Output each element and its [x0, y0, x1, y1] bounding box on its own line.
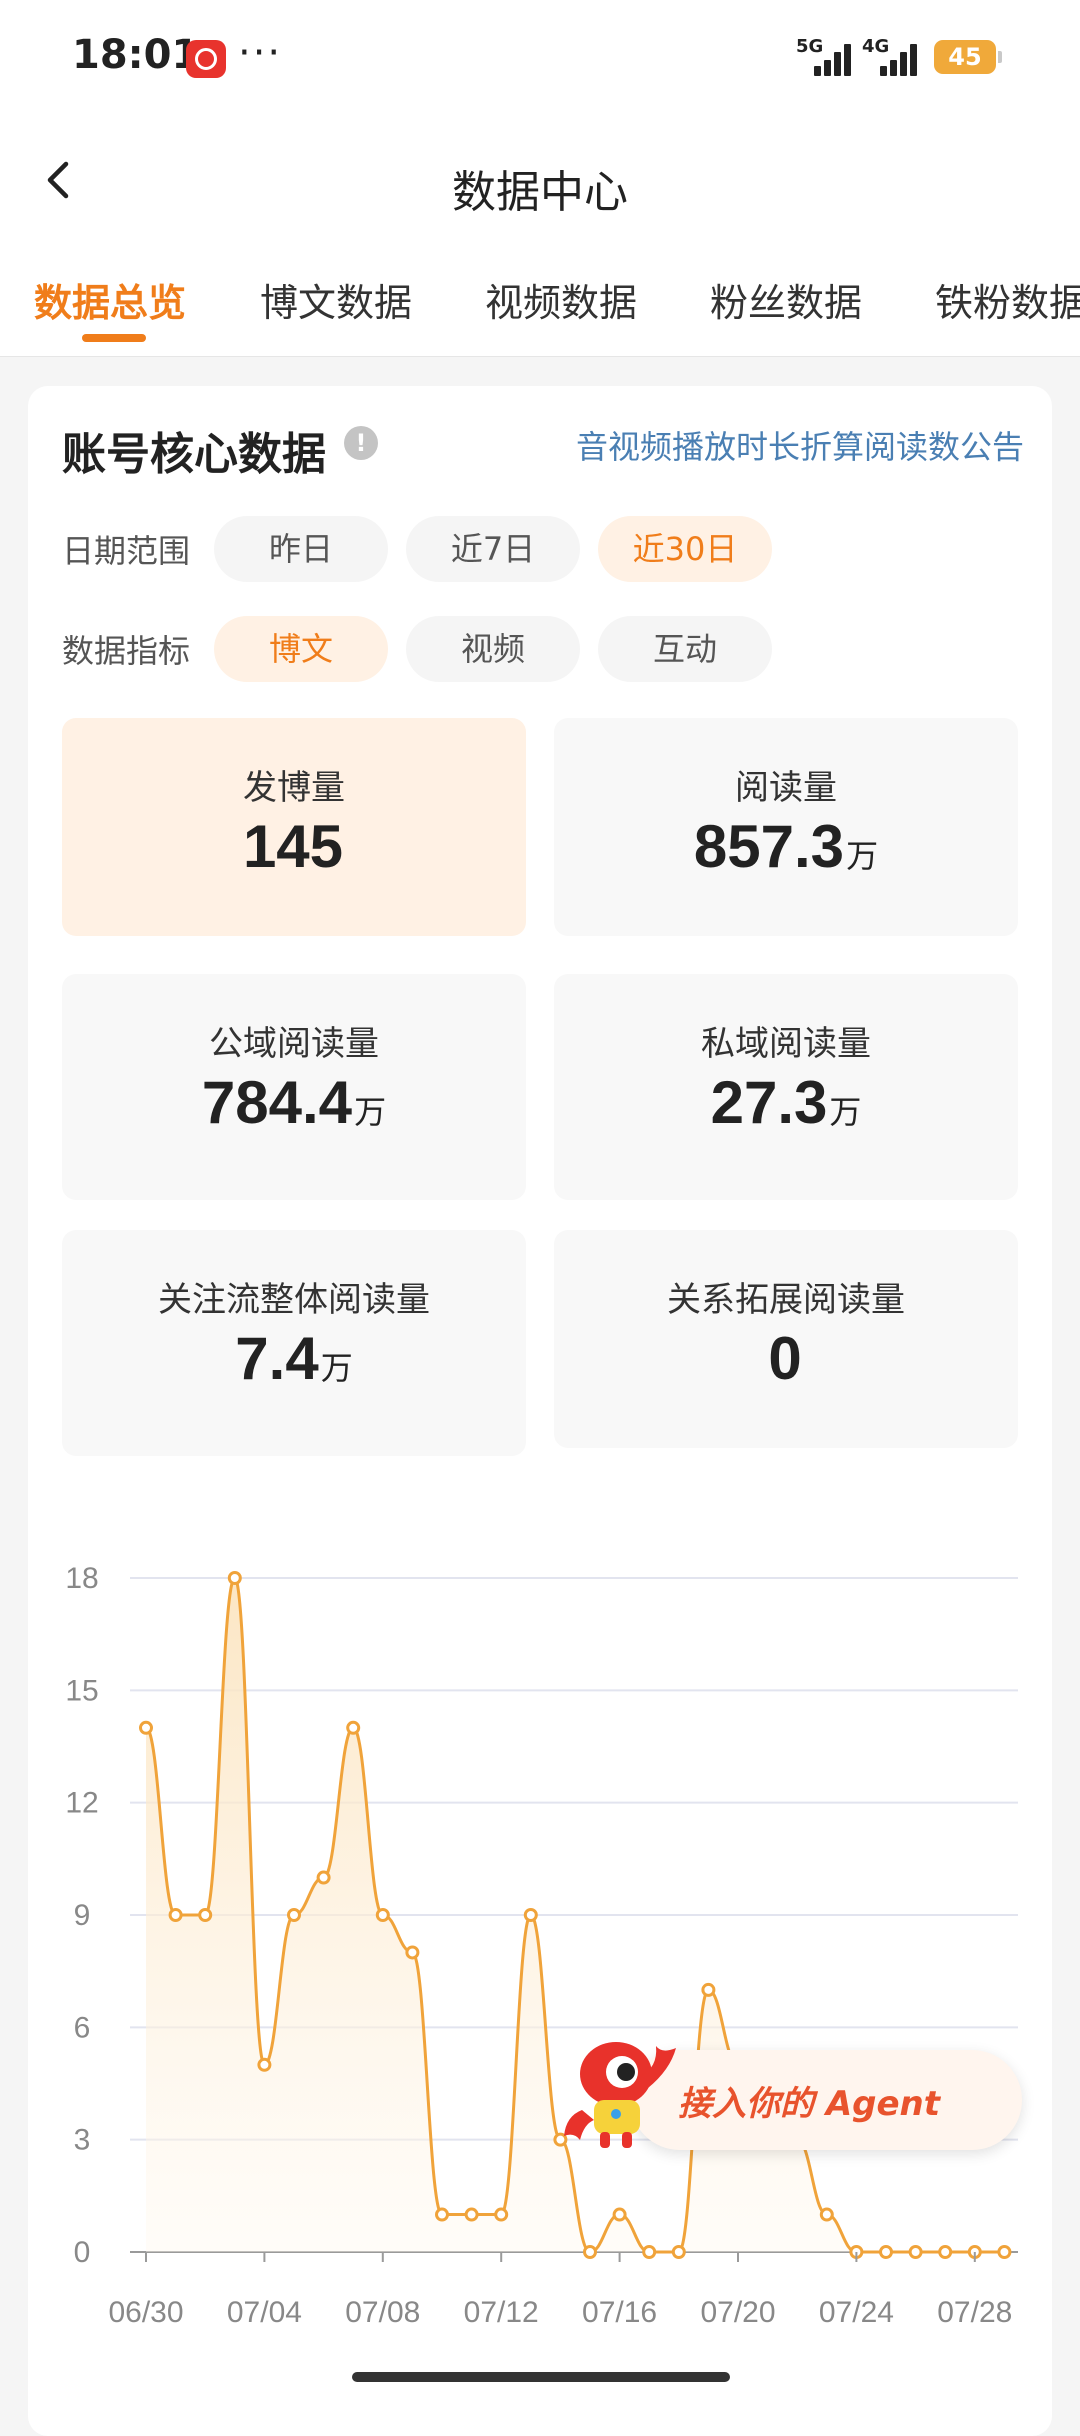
x-tick-label: 07/24 [819, 2296, 894, 2329]
data-point [671, 2245, 686, 2259]
home-indicator [352, 2372, 730, 2382]
data-point [612, 2207, 627, 2222]
agent-floating-button[interactable]: 接入你的 Agent [560, 2030, 1022, 2150]
data-point [908, 2245, 923, 2259]
data-point [435, 2207, 449, 2222]
data-point [257, 2057, 272, 2072]
x-tick-label: 07/08 [345, 2296, 420, 2329]
data-point [879, 2245, 893, 2259]
data-point [938, 2245, 953, 2259]
data-point [198, 1908, 213, 1922]
y-tick-label: 3 [74, 2124, 91, 2157]
y-tick-label: 9 [74, 1899, 91, 1932]
data-point [168, 1908, 183, 1922]
data-point [375, 1908, 390, 1922]
data-point [405, 1945, 420, 1960]
mascot-icon [564, 2042, 676, 2148]
y-tick-label: 15 [65, 1674, 98, 1707]
data-point [701, 1982, 716, 1997]
data-point [227, 1571, 242, 1585]
data-point [316, 1870, 331, 1885]
y-tick-label: 6 [74, 2011, 91, 2044]
x-tick-label: 06/30 [108, 2296, 183, 2329]
data-point [287, 1908, 301, 1922]
data-point [139, 1720, 153, 1735]
y-tick-label: 12 [65, 1787, 98, 1820]
data-point [583, 2245, 597, 2259]
x-tick-label: 07/20 [700, 2296, 775, 2329]
x-tick-label: 07/28 [937, 2296, 1012, 2329]
data-point [346, 1720, 361, 1735]
data-point [523, 1908, 538, 1922]
data-point [464, 2207, 479, 2222]
x-tick-label: 07/16 [582, 2296, 657, 2329]
data-point [642, 2245, 657, 2259]
data-point [997, 2245, 1012, 2259]
x-tick-label: 07/12 [464, 2296, 539, 2329]
agent-label: 接入你的 Agent [678, 2084, 941, 2124]
data-point [494, 2207, 509, 2222]
data-point [819, 2207, 834, 2222]
x-tick-label: 07/04 [227, 2296, 302, 2329]
y-tick-label: 18 [65, 1562, 98, 1595]
y-tick-label: 0 [74, 2236, 91, 2269]
